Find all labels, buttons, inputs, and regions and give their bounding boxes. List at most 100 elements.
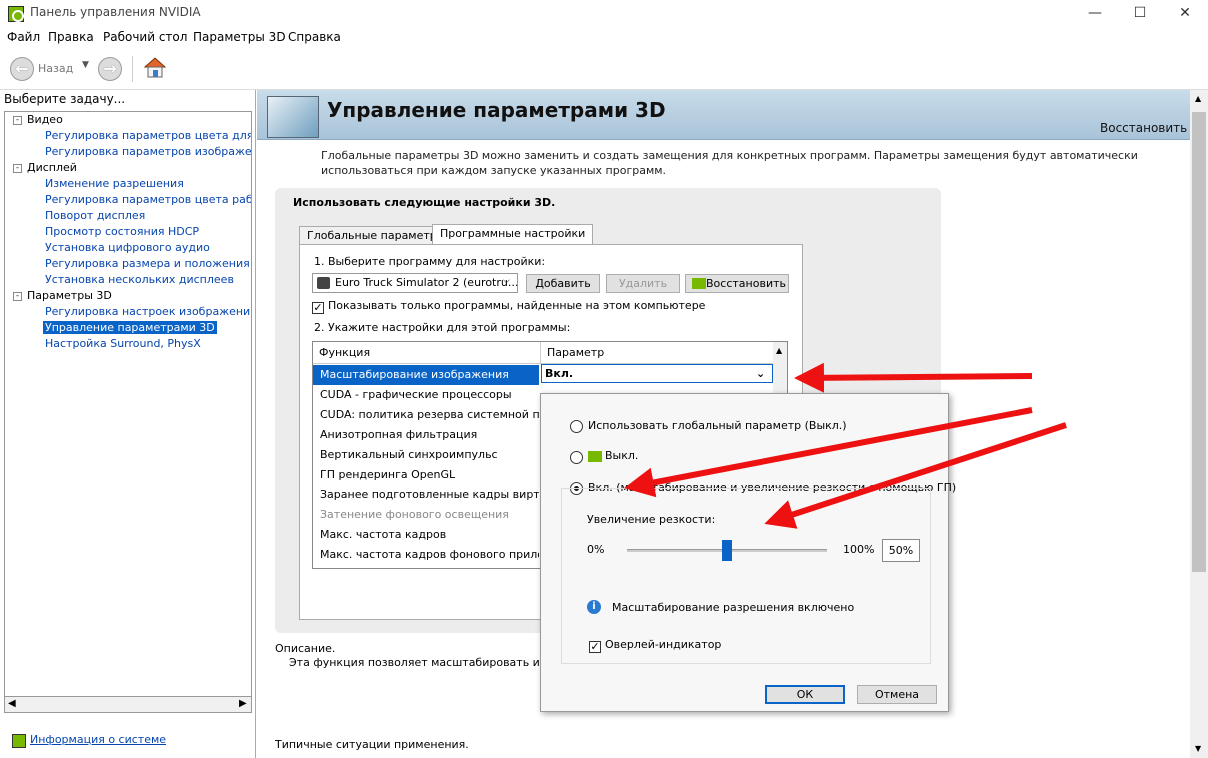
sharpen-label: Увеличение резкости: — [587, 513, 716, 526]
page-banner: Управление параметрами 3D Восстановить — [257, 90, 1191, 140]
tree-item[interactable]: Регулировка параметров цвета рабочег — [45, 193, 251, 206]
truck-program-icon — [317, 277, 330, 289]
setting-row-selected[interactable]: Масштабирование изображения — [313, 365, 539, 385]
radio-off[interactable] — [570, 451, 583, 464]
program-select[interactable]: Euro Truck Simulator 2 (eurotru... ⌵ — [312, 273, 518, 293]
3d-settings-icon — [267, 96, 319, 138]
show-only-label: Показывать только программы, найденные н… — [328, 299, 706, 312]
restore-program-button[interactable]: Восстановить — [685, 274, 789, 293]
column-header-function[interactable]: Функция — [313, 342, 541, 364]
restore-program-label: Восстановить — [706, 277, 786, 290]
tree-group-display[interactable]: Дисплей — [27, 161, 77, 174]
page-vertical-scrollbar[interactable]: ▲ ▼ — [1190, 90, 1208, 758]
scroll-up-icon[interactable]: ▲ — [776, 346, 782, 355]
setting-value: Вкл. — [545, 367, 574, 380]
scroll-left-icon[interactable]: ◀ — [8, 698, 16, 709]
show-only-checkbox[interactable]: ✓ Показывать только программы, найденные … — [312, 299, 705, 314]
collapse-display-icon[interactable]: - — [13, 164, 22, 173]
sharpen-value-input[interactable]: 50% — [882, 539, 920, 562]
nvidia-logo-icon — [8, 6, 24, 22]
forward-arrow-icon[interactable]: → — [98, 57, 122, 81]
tree-group-3d[interactable]: Параметры 3D — [27, 289, 112, 302]
task-tree: - Видео Регулировка параметров цвета для… — [4, 111, 252, 703]
checkbox-checked-icon: ✓ — [312, 301, 324, 314]
scrollbar-thumb[interactable] — [1192, 112, 1206, 572]
back-arrow-icon[interactable]: ← — [10, 57, 34, 81]
collapse-3d-icon[interactable]: - — [13, 292, 22, 301]
menu-3d-settings[interactable]: Параметры 3D — [193, 30, 286, 44]
collapse-video-icon[interactable]: - — [13, 116, 22, 125]
add-program-button[interactable]: Добавить — [526, 274, 600, 293]
radio-off-label[interactable]: Выкл. — [605, 449, 638, 462]
setting-row[interactable]: ГП рендеринга OpenGL — [313, 465, 539, 485]
menu-bar: Файл Правка Рабочий стол Параметры 3D Сп… — [0, 28, 1208, 48]
typical-usage-label: Типичные ситуации применения. — [275, 738, 469, 751]
tree-item[interactable]: Регулировка размера и положения рабо — [45, 257, 251, 270]
task-header: Выберите задачу... — [4, 92, 126, 106]
tree-item[interactable]: Установка нескольких дисплеев — [45, 273, 234, 286]
nvidia-logo-icon — [588, 451, 602, 462]
tab-program-settings[interactable]: Программные настройки — [432, 224, 594, 245]
cancel-button[interactable]: Отмена — [857, 685, 937, 704]
tree-item[interactable]: Изменение разрешения — [45, 177, 184, 190]
toolbar-divider — [132, 56, 133, 82]
overlay-indicator-checkbox[interactable]: ✓ Оверлей-индикатор — [589, 638, 721, 653]
scroll-right-icon[interactable]: ▶ — [239, 698, 247, 709]
tree-item[interactable]: Поворот дисплея — [45, 209, 145, 222]
slider-min-label: 0% — [587, 543, 605, 556]
scroll-up-icon[interactable]: ▲ — [1195, 94, 1201, 103]
setting-row[interactable]: Вертикальный синхроимпульс — [313, 445, 539, 465]
scaling-info-text: Масштабирование разрешения включено — [612, 601, 855, 614]
sharpen-slider-thumb[interactable] — [722, 540, 732, 561]
tree-item-selected[interactable]: Управление параметрами 3D — [43, 321, 217, 334]
menu-desktop[interactable]: Рабочий стол — [103, 30, 187, 44]
home-icon[interactable] — [143, 55, 167, 79]
intro-text: Глобальные параметры 3D можно заменить и… — [321, 149, 1138, 177]
close-button[interactable]: ✕ — [1162, 0, 1208, 28]
tree-item[interactable]: Регулировка параметров изображения д — [45, 145, 251, 158]
title-bar: Панель управления NVIDIA — ☐ ✕ — [0, 0, 1208, 28]
setting-row[interactable]: Макс. частота кадров фонового прило... — [313, 545, 539, 565]
overlay-indicator-label: Оверлей-индикатор — [605, 638, 722, 651]
chevron-down-icon[interactable]: ⌄ — [756, 365, 765, 382]
menu-help[interactable]: Справка — [288, 30, 341, 44]
radio-use-global[interactable] — [570, 420, 583, 433]
back-label[interactable]: Назад — [38, 62, 73, 75]
tree-item[interactable]: Регулировка параметров цвета для вид — [45, 129, 251, 142]
tree-horizontal-scrollbar[interactable]: ◀ ▶ — [4, 696, 252, 713]
setting-row[interactable]: CUDA - графические процессоры — [313, 385, 539, 405]
tree-group-video[interactable]: Видео — [27, 113, 63, 126]
task-pane: Выберите задачу... - Видео Регулировка п… — [0, 90, 256, 758]
history-dropdown-icon[interactable]: ▼ — [82, 60, 89, 70]
slider-max-label: 100% — [843, 543, 875, 556]
delete-program-button[interactable]: Удалить — [606, 274, 680, 293]
radio-use-global-label[interactable]: Использовать глобальный параметр (Выкл.) — [588, 419, 847, 432]
chevron-down-icon: ⌵ — [503, 276, 510, 286]
column-header-parameter[interactable]: Параметр — [541, 342, 773, 364]
tree-item[interactable]: Просмотр состояния HDCP — [45, 225, 199, 238]
checkbox-checked-icon: ✓ — [589, 640, 601, 653]
setting-row[interactable]: Заранее подготовленные кадры вирту... — [313, 485, 539, 505]
scroll-down-icon[interactable]: ▼ — [1195, 744, 1201, 753]
restore-defaults-link[interactable]: Восстановить — [1100, 121, 1187, 135]
setting-row-disabled[interactable]: Затенение фонового освещения — [313, 505, 539, 525]
ok-button[interactable]: ОК — [765, 685, 845, 704]
menu-file[interactable]: Файл — [7, 30, 40, 44]
tree-item[interactable]: Установка цифрового аудио — [45, 241, 210, 254]
system-info-icon — [12, 734, 26, 748]
program-select-value: Euro Truck Simulator 2 (eurotru... — [335, 276, 518, 289]
setting-row[interactable]: Макс. частота кадров — [313, 525, 539, 545]
tree-item[interactable]: Настройка Surround, PhysX — [45, 337, 201, 350]
minimize-button[interactable]: — — [1072, 0, 1118, 28]
setting-row[interactable]: Анизотропная фильтрация — [313, 425, 539, 445]
menu-edit[interactable]: Правка — [48, 30, 94, 44]
tree-item[interactable]: Регулировка настроек изображения с пр — [45, 305, 251, 318]
setting-value-dropdown[interactable]: Вкл. ⌄ — [541, 364, 773, 383]
maximize-button[interactable]: ☐ — [1117, 0, 1163, 28]
description-label: Описание. — [275, 642, 336, 655]
tab-global-settings[interactable]: Глобальные параметры — [299, 226, 454, 245]
system-info-link[interactable]: Информация о системе — [30, 733, 166, 746]
setting-row[interactable]: CUDA: политика резерва системной пам... — [313, 405, 539, 425]
nvidia-restore-icon — [692, 278, 706, 289]
page-title: Управление параметрами 3D — [327, 98, 666, 122]
